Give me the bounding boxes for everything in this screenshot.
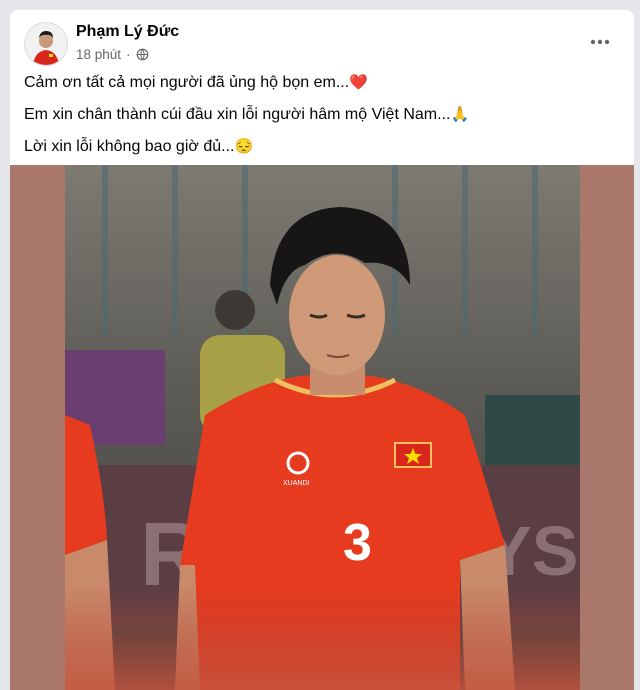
more-options-button[interactable]	[584, 30, 616, 54]
pensive-emoji: 😔	[234, 138, 254, 155]
player-photo: RY YS XUANDI 3	[65, 165, 580, 690]
post-meta: 18 phút ·	[76, 47, 149, 62]
avatar-image	[25, 23, 67, 65]
meta-separator: ·	[126, 47, 131, 62]
heart-emoji: ❤️	[349, 74, 368, 91]
svg-text:XUANDI: XUANDI	[283, 480, 310, 487]
pray-emoji: 🙏	[450, 106, 470, 123]
globe-icon	[136, 48, 148, 61]
post-time[interactable]: 18 phút	[76, 47, 121, 62]
post-photo[interactable]: RY YS XUANDI 3	[10, 165, 634, 690]
post-line: Em xin chân thành cúi đầu xin lỗi người …	[24, 106, 470, 123]
author-avatar[interactable]	[24, 22, 68, 66]
post-card: Phạm Lý Đức 18 phút · Cảm ơn tất cả mọi …	[10, 10, 634, 690]
jersey-number: 3	[343, 514, 372, 572]
post-header: Phạm Lý Đức 18 phút ·	[24, 22, 620, 70]
post-line: Cảm ơn tất cả mọi người đã ủng hộ bọn em…	[24, 74, 368, 91]
more-horizontal-icon	[590, 39, 610, 45]
post-text: Cảm ơn tất cả mọi người đã ủng hộ bọn em…	[24, 72, 620, 168]
author-name[interactable]: Phạm Lý Đức	[76, 23, 179, 41]
post-line: Lời xin lỗi không bao giờ đủ...😔	[24, 138, 254, 155]
